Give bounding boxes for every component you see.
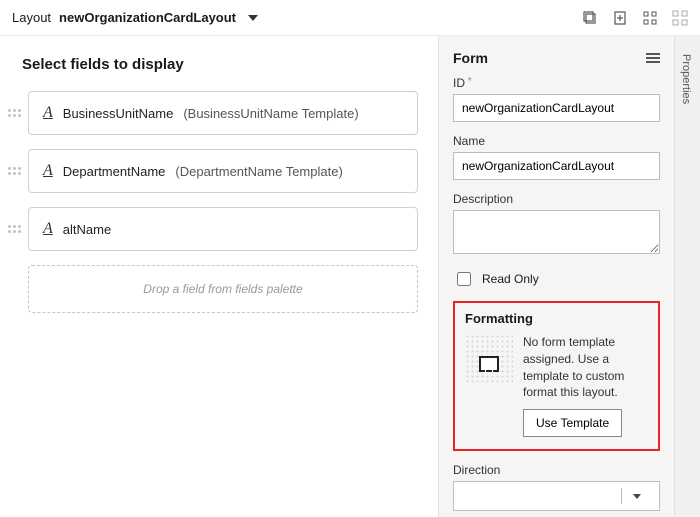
copy-icon[interactable] [582,10,598,26]
readonly-label: Read Only [482,272,539,286]
id-input[interactable] [453,94,660,122]
field-row[interactable]: A altName [8,207,418,251]
field-row[interactable]: A DepartmentName (DepartmentName Templat… [8,149,418,193]
use-template-button[interactable]: Use Template [523,409,622,437]
field-name: altName [63,222,111,237]
layout-prefix: Layout [12,10,51,25]
formatting-section: Formatting No form template assigned. Us… [453,301,660,451]
field-template: (DepartmentName Template) [175,164,342,179]
field-box[interactable]: A DepartmentName (DepartmentName Templat… [28,149,418,193]
field-box[interactable]: A BusinessUnitName (BusinessUnitName Tem… [28,91,418,135]
fields-heading: Select fields to display [22,56,418,73]
field-template: (BusinessUnitName Template) [183,106,358,121]
field-name: DepartmentName [63,164,166,179]
fields-panel: Select fields to display A BusinessUnitN… [0,36,438,517]
formatting-title: Formatting [465,311,648,326]
top-bar: Layout newOrganizationCardLayout [0,0,700,36]
drag-handle-icon[interactable] [8,167,22,175]
layout-selector[interactable]: Layout newOrganizationCardLayout [12,10,258,25]
text-field-icon: A [43,220,53,238]
drag-handle-icon[interactable] [8,225,22,233]
properties-panel: Form ID Name Description Read Only Forma… [438,36,674,517]
name-input[interactable] [453,152,660,180]
layout-name: newOrganizationCardLayout [59,10,236,25]
field-name: BusinessUnitName [63,106,174,121]
menu-icon[interactable] [646,53,660,63]
field-row[interactable]: A BusinessUnitName (BusinessUnitName Tem… [8,91,418,135]
field-box[interactable]: A altName [28,207,418,251]
drag-handle-icon[interactable] [8,109,22,117]
direction-label: Direction [453,463,660,477]
id-label: ID [453,76,660,90]
description-textarea[interactable] [453,210,660,254]
text-field-icon: A [43,162,53,180]
grid-large-icon[interactable] [672,10,688,26]
grid-small-icon[interactable] [642,10,658,26]
template-placeholder-icon [465,334,513,382]
toolbar-icons [582,10,688,26]
text-field-icon: A [43,104,53,122]
add-page-icon[interactable] [612,10,628,26]
right-dock: Properties [674,36,700,517]
description-label: Description [453,192,660,206]
direction-select[interactable] [453,481,660,511]
readonly-checkbox[interactable] [457,272,471,286]
properties-tab[interactable]: Properties [675,36,697,122]
field-dropzone[interactable]: Drop a field from fields palette [28,265,418,313]
name-label: Name [453,134,660,148]
chevron-down-icon [248,15,258,21]
chevron-down-icon [621,488,651,504]
form-section-title: Form [453,50,488,66]
formatting-message: No form template assigned. Use a templat… [523,334,648,401]
